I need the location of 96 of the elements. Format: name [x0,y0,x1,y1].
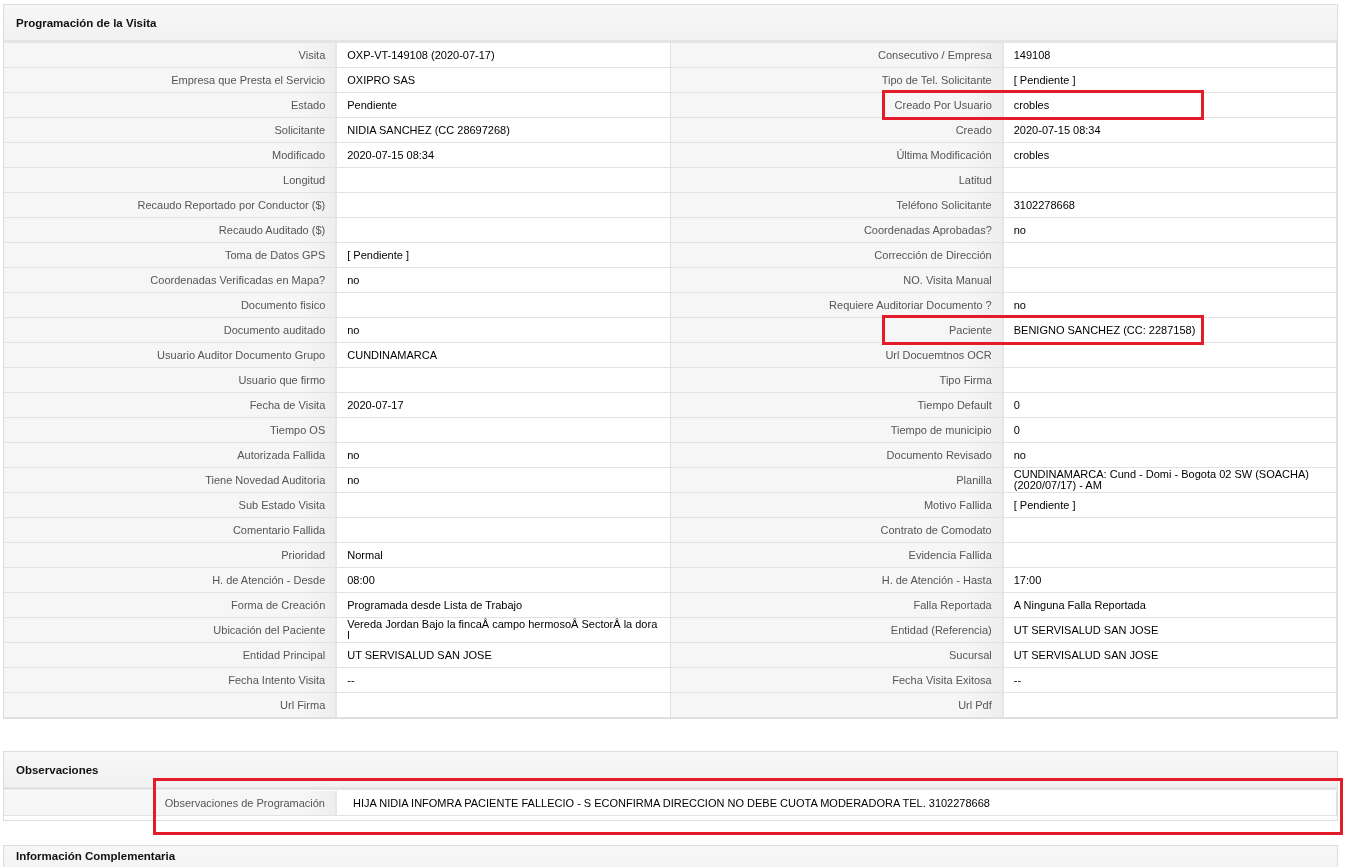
panel-title: Programación de la Visita [16,16,157,29]
field-label: Paciente [948,324,992,336]
field-label: Tipo de Tel. Solicitante [881,74,992,86]
field-value: CUNDINAMARCA [347,349,438,361]
field-value: Programada desde Lista de Trabajo [347,599,523,611]
field-label: Creado [955,124,992,136]
field-label: Longitud [283,174,326,186]
panel-title: Observaciones [16,763,99,776]
field-value: UT SERVISALUD SAN JOSE [347,649,492,661]
field-label: Documento Revisado [886,449,992,461]
field-label: Recaudo Auditado ($) [218,224,326,236]
field-value: no [1013,224,1026,236]
field-value: crobles [1013,99,1050,111]
field-value: BENIGNO SANCHEZ (CC: 2287158) [1013,324,1196,336]
field-value: 2020-07-15 08:34 [1013,124,1101,136]
field-label: Evidencia Fallida [908,549,992,561]
field-value: [ Pendiente ] [347,249,410,261]
field-label: Planilla [956,474,992,486]
field-value: Vereda Jordan Bajo la fincaÂ campo hermosoÂ SectorÂ la dora l [347,619,659,641]
panel-title: Información Complementaria [16,850,176,862]
field-value: 08:00 [347,574,375,586]
field-value: no [347,274,360,286]
field-label: Modificado [272,149,326,161]
field-label: Fecha Visita Exitosa [892,674,992,686]
field-label: Fecha de Visita [249,399,326,411]
field-value: no [347,449,360,461]
field-label: Latitud [958,174,992,186]
field-value: CUNDINAMARCA: Cund - Domi - Bogota 02 SW (SOACHA) (2020/07/17) - AM [1013,469,1310,491]
field-value: 149108 [1013,49,1051,61]
field-label: Solicitante [274,124,326,136]
field-label: Última Modificación [896,149,992,161]
field-value: no [347,324,360,336]
field-value: 2020-07-15 08:34 [347,149,435,161]
field-label: Tiempo de municipio [890,424,992,436]
field-label: H. de Atención - Desde [212,574,326,586]
field-label: Ubicación del Paciente [213,624,326,636]
field-value: [ Pendiente ] [1013,74,1076,86]
field-value: HIJA NIDIA INFOMRA PACIENTE FALLECIO - S ECONFIRMA DIRECCION NO DEBE CUOTA MODERADORA TEL. 3102278668 [353,797,990,809]
field-label: Prioridad [281,549,326,561]
field-label: Empresa que Presta el Servicio [171,74,326,86]
field-value: no [347,474,360,486]
field-label: Falla Reportada [913,599,992,611]
field-label: Autorizada Fallida [237,449,326,461]
field-label: Observaciones de Programación [164,797,325,809]
field-value: 0 [1013,424,1020,436]
field-value: crobles [1013,149,1050,161]
field-label: Comentario Fallida [232,524,326,536]
field-label: Documento fisico [240,299,326,311]
field-value: 3102278668 [1013,199,1075,211]
field-label: Entidad (Referencia) [890,624,992,636]
field-value: 17:00 [1013,574,1042,586]
field-label: Sucursal [948,649,992,661]
field-label: NO. Visita Manual [903,274,992,286]
field-label: Tiempo Default [917,399,992,411]
field-value: -- [1013,674,1022,686]
field-label: H. de Atención - Hasta [881,574,992,586]
field-label: Coordenadas Aprobadas? [863,224,992,236]
field-label: Sub Estado Visita [238,499,326,511]
field-value: Pendiente [347,99,397,111]
field-label: Usuario Auditor Documento Grupo [157,349,326,361]
field-label: Entidad Principal [242,649,326,661]
field-label: Forma de Creación [231,599,326,611]
field-value: 0 [1013,399,1020,411]
field-value: -- [347,674,355,686]
field-label: Teléfono Solicitante [896,199,992,211]
field-label: Toma de Datos GPS [224,249,326,261]
field-label: Consecutivo / Empresa [878,49,992,61]
field-label: Coordenadas Verificadas en Mapa? [150,274,326,286]
field-label: Usuario que firmo [238,374,326,386]
field-label: Tiene Novedad Auditoria [205,474,326,486]
field-label: Tipo Firma [939,374,992,386]
field-value: no [1013,449,1026,461]
field-label: Fecha Intento Visita [228,674,326,686]
field-label: Motivo Fallida [923,499,992,511]
field-value: [ Pendiente ] [1013,499,1076,511]
field-label: Url Docuemtnos OCR [885,349,992,361]
field-value: NIDIA SANCHEZ (CC 28697268) [347,124,510,136]
field-value: OXP-VT-149108 (2020-07-17) [347,49,495,61]
field-label: Url Pdf [958,699,992,711]
field-value: OXIPRO SAS [347,74,416,86]
field-value: no [1013,299,1026,311]
field-value: Normal [347,549,383,561]
field-label: Contrato de Comodato [880,524,992,536]
field-label: Corrección de Dirección [874,249,992,261]
field-label: Creado Por Usuario [894,99,992,111]
field-value: A Ninguna Falla Reportada [1013,599,1146,611]
field-label: Url Firma [280,699,326,711]
field-value: UT SERVISALUD SAN JOSE [1013,624,1159,636]
field-label: Documento auditado [223,324,326,336]
field-value: 2020-07-17 [347,399,404,411]
field-label: Visita [298,49,326,61]
field-label: Requiere Auditoriar Documento ? [829,299,992,311]
field-label: Recaudo Reportado por Conductor ($) [137,199,326,211]
field-label: Tiempo OS [270,424,326,436]
field-value: UT SERVISALUD SAN JOSE [1013,649,1159,661]
field-label: Estado [291,99,326,111]
